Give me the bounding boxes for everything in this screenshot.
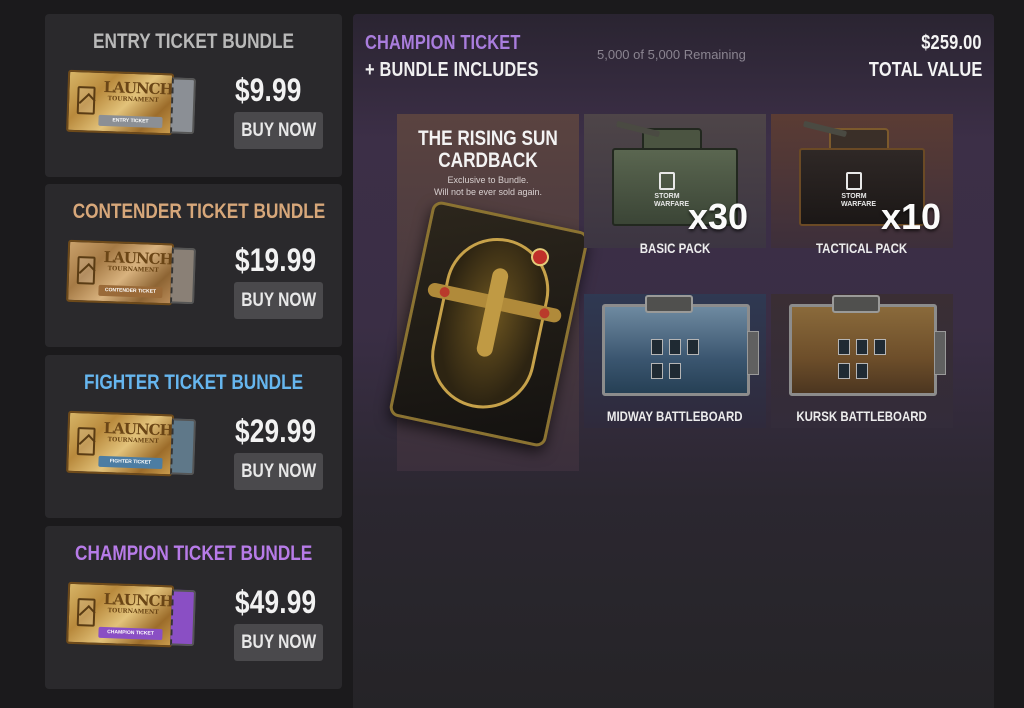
bundle-title: CHAMPION TICKET BUNDLE	[74, 542, 313, 565]
bundle-title: CONTENDER TICKET BUNDLE	[72, 200, 326, 223]
buy-now-button[interactable]: BUY NOW	[234, 112, 323, 149]
storm-emblem-icon	[76, 256, 96, 285]
ticket-band: CONTENDER TICKET	[98, 284, 163, 299]
buy-now-button[interactable]: BUY NOW	[234, 453, 323, 490]
ticket-band: FIGHTER TICKET	[98, 455, 163, 470]
item-label: MIDWAY BATTLEBOARD	[607, 408, 743, 424]
bundle-title: ENTRY TICKET BUNDLE	[93, 30, 294, 53]
item-label: TACTICAL PACK	[816, 240, 908, 256]
ticket-logo: LAUNCH TOURNAMENT	[103, 419, 174, 445]
storm-warfare-logo: STORM WARFARE	[841, 172, 876, 212]
item-label: BASIC PACK	[639, 240, 711, 256]
bundle-price: $49.99	[235, 584, 317, 620]
total-value-label: TOTAL VALUE	[868, 59, 982, 81]
storm-emblem-icon	[76, 427, 96, 456]
bundle-price: $29.99	[235, 413, 317, 449]
bundle-card-champion[interactable]: CHAMPION TICKET BUNDLE LAUNCH TOURNAMENT …	[45, 526, 342, 689]
ticket-logo: LAUNCH TOURNAMENT	[103, 78, 174, 104]
midway-battleboard-tile: MIDWAY BATTLEBOARD	[584, 294, 766, 428]
total-value-amount: $259.00	[921, 32, 982, 54]
detail-subtitle: + BUNDLE INCLUDES	[365, 59, 539, 81]
ticket-stub	[170, 247, 197, 305]
kursk-battleboard-image	[789, 295, 946, 396]
bundle-title: FIGHTER TICKET BUNDLE	[83, 371, 304, 394]
entry-ticket-image: LAUNCH TOURNAMENT ENTRY TICKET	[66, 69, 198, 142]
cardback-note: Exclusive to Bundle. Will not be ever so…	[433, 175, 543, 197]
bundle-card-fighter[interactable]: FIGHTER TICKET BUNDLE LAUNCH TOURNAMENT F…	[45, 355, 342, 518]
ticket-band: ENTRY TICKET	[98, 114, 163, 129]
storm-emblem-icon	[76, 598, 96, 627]
contender-ticket-image: LAUNCH TOURNAMENT CONTENDER TICKET	[66, 239, 198, 312]
cardback-title: THE RISING SUN CARDBACK	[418, 127, 558, 172]
remaining-count: 5,000 of 5,000 Remaining	[597, 47, 746, 62]
buy-now-button[interactable]: BUY NOW	[234, 282, 323, 319]
storm-warfare-logo: STORM WARFARE	[654, 172, 689, 212]
ticket-band: CHAMPION TICKET	[98, 626, 163, 641]
midway-battleboard-image	[602, 295, 759, 396]
tactical-pack-tile: STORM WARFARE x10 TACTICAL PACK	[771, 114, 953, 256]
ticket-stub	[170, 77, 197, 135]
bundle-detail-panel: CHAMPION TICKET + BUNDLE INCLUDES 5,000 …	[353, 14, 994, 708]
ticket-stub	[170, 418, 197, 476]
ticket-stub	[170, 589, 197, 647]
champion-ticket-image: LAUNCH TOURNAMENT CHAMPION TICKET	[66, 581, 198, 654]
basic-pack-tile: STORM WARFARE x30 BASIC PACK	[584, 114, 766, 256]
rising-sun-cardback-image	[387, 199, 591, 449]
bundle-price: $19.99	[235, 242, 317, 278]
bundle-card-entry[interactable]: ENTRY TICKET BUNDLE LAUNCH TOURNAMENT ENT…	[45, 14, 342, 177]
pack-multiplier: x30	[688, 196, 749, 237]
bundle-price: $9.99	[235, 72, 302, 108]
storm-emblem-icon	[76, 86, 96, 115]
bundle-card-contender[interactable]: CONTENDER TICKET BUNDLE LAUNCH TOURNAMENT…	[45, 184, 342, 347]
pack-multiplier: x10	[881, 196, 942, 237]
buy-now-button[interactable]: BUY NOW	[234, 624, 323, 661]
detail-title: CHAMPION TICKET	[365, 32, 521, 54]
item-label: KURSK BATTLEBOARD	[796, 408, 928, 424]
fighter-ticket-image: LAUNCH TOURNAMENT FIGHTER TICKET	[66, 410, 198, 483]
kursk-battleboard-tile: KURSK BATTLEBOARD	[771, 294, 953, 428]
ticket-logo: LAUNCH TOURNAMENT	[103, 248, 174, 274]
ticket-logo: LAUNCH TOURNAMENT	[103, 590, 174, 616]
cardback-tile: THE RISING SUN CARDBACK Exclusive to Bun…	[387, 114, 591, 471]
